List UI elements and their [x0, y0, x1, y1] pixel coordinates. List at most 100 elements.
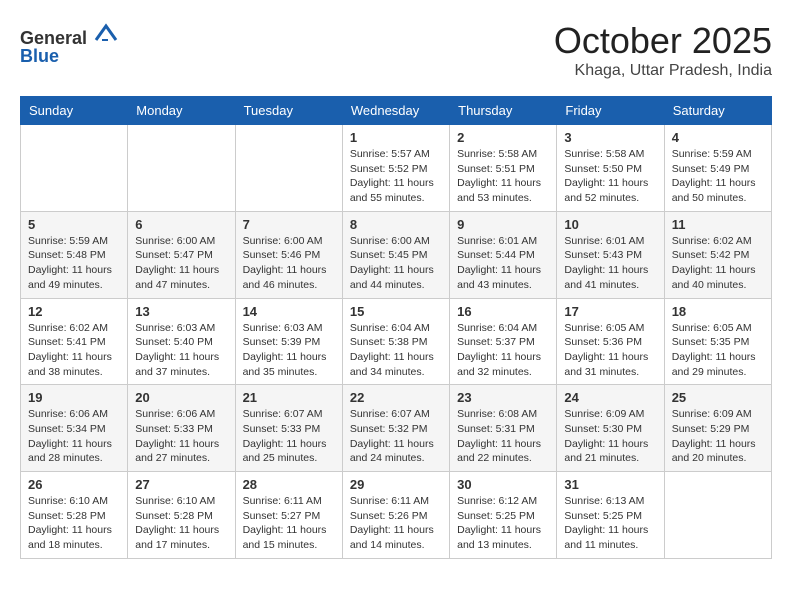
- calendar-cell: 3 Sunrise: 5:58 AMSunset: 5:50 PMDaylight…: [557, 125, 664, 212]
- day-number: 16: [457, 304, 549, 319]
- cell-content: Sunrise: 6:07 AMSunset: 5:32 PMDaylight:…: [350, 407, 442, 466]
- cell-content: Sunrise: 6:05 AMSunset: 5:36 PMDaylight:…: [564, 321, 656, 380]
- calendar-cell: 25Sunrise: 6:09 AMSunset: 5:29 PMDayligh…: [664, 385, 771, 472]
- day-header-saturday: Saturday: [664, 97, 771, 125]
- cell-content: Sunrise: 6:04 AMSunset: 5:38 PMDaylight:…: [350, 321, 442, 380]
- calendar-week-3: 12 Sunrise: 6:02 AMSunset: 5:41 PMDayligh…: [21, 298, 772, 385]
- calendar-cell: 27 Sunrise: 6:10 AMSunset: 5:28 PMDayligh…: [128, 472, 235, 559]
- cell-content: Sunrise: 6:04 AMSunset: 5:37 PMDaylight:…: [457, 321, 549, 380]
- day-number: 15: [350, 304, 442, 319]
- day-number: 14: [243, 304, 335, 319]
- calendar-cell: [128, 125, 235, 212]
- calendar-cell: 30 Sunrise: 6:12 AMSunset: 5:25 PMDayligh…: [450, 472, 557, 559]
- calendar-cell: 21 Sunrise: 6:07 AMSunset: 5:33 PMDayligh…: [235, 385, 342, 472]
- day-number: 7: [243, 217, 335, 232]
- calendar-table: SundayMondayTuesdayWednesdayThursdayFrid…: [20, 96, 772, 559]
- cell-content: Sunrise: 6:05 AMSunset: 5:35 PMDaylight:…: [672, 321, 764, 380]
- day-number: 12: [28, 304, 120, 319]
- logo-icon: [94, 20, 118, 44]
- cell-content: Sunrise: 6:02 AMSunset: 5:42 PMDaylight:…: [672, 234, 764, 293]
- cell-content: Sunrise: 5:58 AMSunset: 5:50 PMDaylight:…: [564, 147, 656, 206]
- day-number: 10: [564, 217, 656, 232]
- day-number: 30: [457, 477, 549, 492]
- calendar-cell: 1Sunrise: 5:57 AMSunset: 5:52 PMDaylight…: [342, 125, 449, 212]
- day-number: 11: [672, 217, 764, 232]
- cell-content: Sunrise: 6:01 AMSunset: 5:44 PMDaylight:…: [457, 234, 549, 293]
- day-number: 20: [135, 390, 227, 405]
- calendar-cell: 16 Sunrise: 6:04 AMSunset: 5:37 PMDayligh…: [450, 298, 557, 385]
- cell-content: Sunrise: 5:57 AMSunset: 5:52 PMDaylight:…: [350, 147, 442, 206]
- day-number: 4: [672, 130, 764, 145]
- calendar-cell: 31 Sunrise: 6:13 AMSunset: 5:25 PMDayligh…: [557, 472, 664, 559]
- day-number: 24: [564, 390, 656, 405]
- day-header-wednesday: Wednesday: [342, 97, 449, 125]
- cell-content: Sunrise: 6:00 AMSunset: 5:46 PMDaylight:…: [243, 234, 335, 293]
- day-number: 5: [28, 217, 120, 232]
- calendar-week-5: 26 Sunrise: 6:10 AMSunset: 5:28 PMDayligh…: [21, 472, 772, 559]
- day-number: 28: [243, 477, 335, 492]
- calendar-cell: 19 Sunrise: 6:06 AMSunset: 5:34 PMDayligh…: [21, 385, 128, 472]
- day-header-tuesday: Tuesday: [235, 97, 342, 125]
- calendar-cell: 17 Sunrise: 6:05 AMSunset: 5:36 PMDayligh…: [557, 298, 664, 385]
- cell-content: Sunrise: 6:08 AMSunset: 5:31 PMDaylight:…: [457, 407, 549, 466]
- cell-content: Sunrise: 6:09 AMSunset: 5:30 PMDaylight:…: [564, 407, 656, 466]
- calendar-cell: [21, 125, 128, 212]
- day-number: 27: [135, 477, 227, 492]
- day-number: 26: [28, 477, 120, 492]
- day-number: 22: [350, 390, 442, 405]
- day-number: 19: [28, 390, 120, 405]
- calendar-week-4: 19 Sunrise: 6:06 AMSunset: 5:34 PMDayligh…: [21, 385, 772, 472]
- calendar-cell: 11 Sunrise: 6:02 AMSunset: 5:42 PMDayligh…: [664, 211, 771, 298]
- calendar-cell: 4 Sunrise: 5:59 AMSunset: 5:49 PMDaylight…: [664, 125, 771, 212]
- calendar-cell: 2Sunrise: 5:58 AMSunset: 5:51 PMDaylight…: [450, 125, 557, 212]
- cell-content: Sunrise: 5:59 AMSunset: 5:49 PMDaylight:…: [672, 147, 764, 206]
- calendar-cell: 6Sunrise: 6:00 AMSunset: 5:47 PMDaylight…: [128, 211, 235, 298]
- cell-content: Sunrise: 6:02 AMSunset: 5:41 PMDaylight:…: [28, 321, 120, 380]
- cell-content: Sunrise: 6:09 AMSunset: 5:29 PMDaylight:…: [672, 407, 764, 466]
- day-number: 21: [243, 390, 335, 405]
- calendar-cell: [235, 125, 342, 212]
- day-header-thursday: Thursday: [450, 97, 557, 125]
- month-title: October 2025: [554, 20, 772, 62]
- calendar-cell: 18Sunrise: 6:05 AMSunset: 5:35 PMDayligh…: [664, 298, 771, 385]
- day-number: 29: [350, 477, 442, 492]
- calendar-cell: 15 Sunrise: 6:04 AMSunset: 5:38 PMDayligh…: [342, 298, 449, 385]
- calendar-cell: 12 Sunrise: 6:02 AMSunset: 5:41 PMDayligh…: [21, 298, 128, 385]
- calendar-cell: 29 Sunrise: 6:11 AMSunset: 5:26 PMDayligh…: [342, 472, 449, 559]
- calendar-header-row: SundayMondayTuesdayWednesdayThursdayFrid…: [21, 97, 772, 125]
- logo: General Blue: [20, 20, 118, 67]
- day-number: 13: [135, 304, 227, 319]
- calendar-week-1: 1Sunrise: 5:57 AMSunset: 5:52 PMDaylight…: [21, 125, 772, 212]
- cell-content: Sunrise: 6:11 AMSunset: 5:26 PMDaylight:…: [350, 494, 442, 553]
- calendar-cell: 20 Sunrise: 6:06 AMSunset: 5:33 PMDayligh…: [128, 385, 235, 472]
- day-number: 17: [564, 304, 656, 319]
- cell-content: Sunrise: 6:00 AMSunset: 5:47 PMDaylight:…: [135, 234, 227, 293]
- calendar-cell: 5 Sunrise: 5:59 AMSunset: 5:48 PMDaylight…: [21, 211, 128, 298]
- day-number: 31: [564, 477, 656, 492]
- calendar-cell: 14 Sunrise: 6:03 AMSunset: 5:39 PMDayligh…: [235, 298, 342, 385]
- cell-content: Sunrise: 6:01 AMSunset: 5:43 PMDaylight:…: [564, 234, 656, 293]
- calendar-week-2: 5 Sunrise: 5:59 AMSunset: 5:48 PMDaylight…: [21, 211, 772, 298]
- calendar-cell: 10 Sunrise: 6:01 AMSunset: 5:43 PMDayligh…: [557, 211, 664, 298]
- cell-content: Sunrise: 6:07 AMSunset: 5:33 PMDaylight:…: [243, 407, 335, 466]
- cell-content: Sunrise: 6:10 AMSunset: 5:28 PMDaylight:…: [28, 494, 120, 553]
- day-header-sunday: Sunday: [21, 97, 128, 125]
- day-number: 9: [457, 217, 549, 232]
- cell-content: Sunrise: 5:59 AMSunset: 5:48 PMDaylight:…: [28, 234, 120, 293]
- calendar-cell: 13Sunrise: 6:03 AMSunset: 5:40 PMDayligh…: [128, 298, 235, 385]
- cell-content: Sunrise: 5:58 AMSunset: 5:51 PMDaylight:…: [457, 147, 549, 206]
- page-header: General Blue October 2025 Khaga, Uttar P…: [20, 20, 772, 80]
- cell-content: Sunrise: 6:13 AMSunset: 5:25 PMDaylight:…: [564, 494, 656, 553]
- calendar-cell: [664, 472, 771, 559]
- cell-content: Sunrise: 6:06 AMSunset: 5:34 PMDaylight:…: [28, 407, 120, 466]
- day-header-monday: Monday: [128, 97, 235, 125]
- day-number: 8: [350, 217, 442, 232]
- cell-content: Sunrise: 6:03 AMSunset: 5:39 PMDaylight:…: [243, 321, 335, 380]
- cell-content: Sunrise: 6:12 AMSunset: 5:25 PMDaylight:…: [457, 494, 549, 553]
- calendar-cell: 23Sunrise: 6:08 AMSunset: 5:31 PMDayligh…: [450, 385, 557, 472]
- cell-content: Sunrise: 6:10 AMSunset: 5:28 PMDaylight:…: [135, 494, 227, 553]
- cell-content: Sunrise: 6:06 AMSunset: 5:33 PMDaylight:…: [135, 407, 227, 466]
- calendar-cell: 7 Sunrise: 6:00 AMSunset: 5:46 PMDaylight…: [235, 211, 342, 298]
- calendar-cell: 24 Sunrise: 6:09 AMSunset: 5:30 PMDayligh…: [557, 385, 664, 472]
- day-number: 3: [564, 130, 656, 145]
